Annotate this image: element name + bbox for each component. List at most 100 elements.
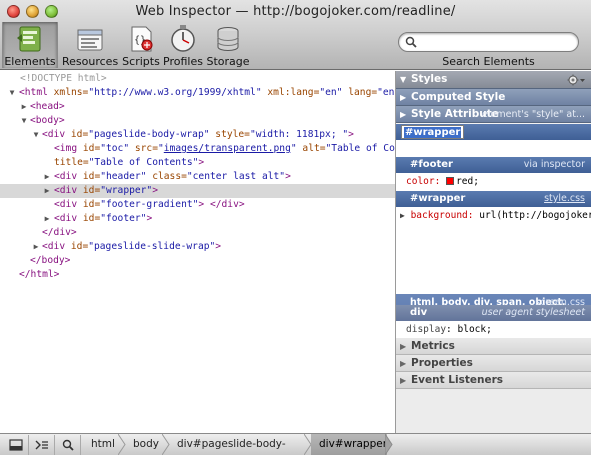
- breadcrumb-end-icon: [385, 434, 393, 455]
- rule-div-body[interactable]: display: block;: [396, 321, 591, 338]
- rule-source: user agent stylesheet: [481, 307, 585, 318]
- disclosure-collapsed-icon[interactable]: ▶: [42, 212, 52, 226]
- tag-text: <div: [42, 129, 71, 140]
- dom-node-header[interactable]: ▶ <div id="header" class="center last al…: [0, 170, 395, 184]
- attr-value: "width: 1181px; ": [249, 129, 349, 140]
- styles-label: Styles: [411, 73, 448, 85]
- dom-node-div-close[interactable]: </div>: [0, 226, 395, 240]
- dom-node-wrapper[interactable]: ▶ <div id="wrapper">: [0, 184, 395, 198]
- dom-node-slide-wrap[interactable]: ▶ <div id="pageslide-slide-wrap">: [0, 240, 395, 254]
- disclosure-collapsed-icon[interactable]: ▶: [42, 184, 52, 198]
- selector-edit-field[interactable]: #wrapper: [401, 125, 465, 139]
- breadcrumb-body[interactable]: body: [125, 434, 167, 455]
- attr-value: "wrapper": [100, 185, 153, 196]
- disclosure-collapsed-icon[interactable]: ▶: [31, 240, 41, 254]
- property-name: display: [406, 324, 447, 335]
- profiles-icon: [171, 25, 195, 52]
- rule-selector: #wrapper: [410, 193, 466, 204]
- tag-text: >: [198, 199, 205, 210]
- toolbar-resources-button[interactable]: Resources: [62, 22, 118, 68]
- attr-name: xml:lang=: [261, 87, 320, 98]
- tag-text: </div>: [42, 227, 77, 238]
- rule-source-link[interactable]: style.css: [544, 191, 585, 207]
- rule-wrapper-header[interactable]: #wrapper style.css: [396, 191, 591, 207]
- dom-node-html-close[interactable]: </html>: [0, 268, 395, 282]
- rule-footer-header[interactable]: #footer via inspector: [396, 157, 591, 173]
- dom-tree-panel[interactable]: <!DOCTYPE html> ▼ <html xmlns="http://ww…: [0, 71, 395, 433]
- event-listeners-section-header[interactable]: ▶ Event Listeners: [396, 372, 591, 389]
- doctype-text: <!DOCTYPE html>: [20, 73, 107, 84]
- style-attribute-header[interactable]: ▶ Style Attribute element's "style" at..…: [396, 106, 591, 123]
- new-rule-selector-editor[interactable]: #wrapper: [396, 124, 591, 140]
- tag-text: >: [215, 241, 222, 252]
- dom-node-html[interactable]: ▼ <html xmlns="http://www.w3.org/1999/xh…: [0, 86, 395, 100]
- event-listeners-label: Event Listeners: [411, 374, 503, 386]
- dom-node-footer[interactable]: ▶ <div id="footer">: [0, 212, 395, 226]
- slide-wrap-tag-text: <div id="pageslide-slide-wrap">: [42, 240, 221, 254]
- disclosure-collapsed-icon[interactable]: ▶: [19, 100, 29, 114]
- rule-div-header[interactable]: div user agent stylesheet: [396, 305, 591, 321]
- search-icon: [62, 439, 74, 451]
- toolbar-elements-button[interactable]: Elements: [2, 22, 58, 68]
- dock-toggle-button[interactable]: [3, 435, 29, 455]
- wrapper-tag-text: <div id="wrapper">: [54, 184, 158, 198]
- tag-text: <div: [54, 171, 83, 182]
- tag-text: >: [198, 157, 205, 168]
- tag-text: </html>: [19, 269, 60, 280]
- tag-text: <div: [54, 199, 83, 210]
- new-rule-body[interactable]: [396, 140, 591, 157]
- window-toolbar: Web Inspector — http://bogojoker.com/rea…: [0, 0, 591, 70]
- rule-source: via inspector: [523, 159, 585, 170]
- dom-node-doctype[interactable]: <!DOCTYPE html>: [0, 72, 395, 86]
- console-icon: [35, 440, 48, 450]
- toolbar-storage-button[interactable]: Storage: [200, 22, 256, 68]
- disclosure-collapsed-icon: ▶: [400, 110, 407, 119]
- disclosure-collapsed-icon[interactable]: ▶: [42, 170, 52, 184]
- src-link[interactable]: images/transparent.png: [164, 143, 291, 154]
- properties-section-header[interactable]: ▶ Properties: [396, 355, 591, 372]
- inspect-element-button[interactable]: [55, 435, 81, 455]
- footer-tag-text: <div id="footer">: [54, 212, 152, 226]
- dom-node-img-toc[interactable]: <img id="toc" src="images/transparent.pn…: [0, 142, 395, 156]
- dock-icon: [9, 439, 23, 451]
- disclosure-expanded-icon[interactable]: ▼: [31, 128, 41, 142]
- dom-node-head[interactable]: ▶ <head>: [0, 100, 395, 114]
- attr-name: alt=: [296, 143, 326, 154]
- status-bar: html body div#pageslide-body-wrap div#wr…: [0, 433, 591, 455]
- computed-style-header[interactable]: ▶ Computed Style: [396, 89, 591, 106]
- color-swatch[interactable]: [446, 177, 455, 185]
- scripts-icon: {}: [131, 26, 153, 52]
- disclosure-expanded-icon[interactable]: ▼: [7, 86, 17, 100]
- gear-icon[interactable]: [567, 74, 585, 86]
- dom-node-footer-gradient[interactable]: <div id="footer-gradient"> </div>: [0, 198, 395, 212]
- style-attribute-aux: element's "style" at...: [482, 109, 585, 120]
- html-tag-text: <html xmlns="http://www.w3.org/1999/xhtm…: [19, 86, 395, 100]
- attr-name: id=: [70, 241, 89, 252]
- tag-text: <div: [54, 213, 83, 224]
- attr-value: "pageslide-slide-wrap": [88, 241, 216, 252]
- attr-value: "Table of Contents": [325, 143, 395, 154]
- rule-wrapper-body[interactable]: ▶ background: url(http://bogojoker.com..…: [396, 207, 591, 294]
- search-input[interactable]: [398, 32, 579, 52]
- disclosure-collapsed-icon[interactable]: ▶: [400, 211, 405, 220]
- attr-value: "pageslide-body-wrap": [88, 129, 210, 140]
- property-line[interactable]: display: block;: [406, 323, 492, 336]
- dom-node-img-toc-cont[interactable]: title="Table of Contents">: [0, 156, 395, 170]
- tag-text: >: [152, 185, 158, 196]
- property-line[interactable]: ▶ background: url(http://bogojoker.com..…: [400, 209, 591, 222]
- property-line[interactable]: color: red;: [406, 175, 479, 188]
- metrics-section-header[interactable]: ▶ Metrics: [396, 338, 591, 355]
- breadcrumb-pageslide-body-wrap[interactable]: div#pageslide-body-wrap: [169, 434, 309, 455]
- dom-node-body[interactable]: ▼ <body>: [0, 114, 395, 128]
- styles-section-header[interactable]: ▼ Styles: [396, 71, 591, 89]
- attr-value: "en": [377, 87, 395, 98]
- breadcrumb-wrapper[interactable]: div#wrapper: [311, 434, 387, 455]
- dom-node-body-close[interactable]: </body>: [0, 254, 395, 268]
- tag-text: <div: [42, 241, 71, 252]
- rule-footer-body[interactable]: color: red;: [396, 173, 591, 191]
- console-toggle-button[interactable]: [29, 435, 55, 455]
- tag-text: <html: [19, 87, 54, 98]
- attr-name: id=: [82, 143, 101, 154]
- disclosure-expanded-icon[interactable]: ▼: [19, 114, 29, 128]
- dom-node-body-wrap[interactable]: ▼ <div id="pageslide-body-wrap" style="w…: [0, 128, 395, 142]
